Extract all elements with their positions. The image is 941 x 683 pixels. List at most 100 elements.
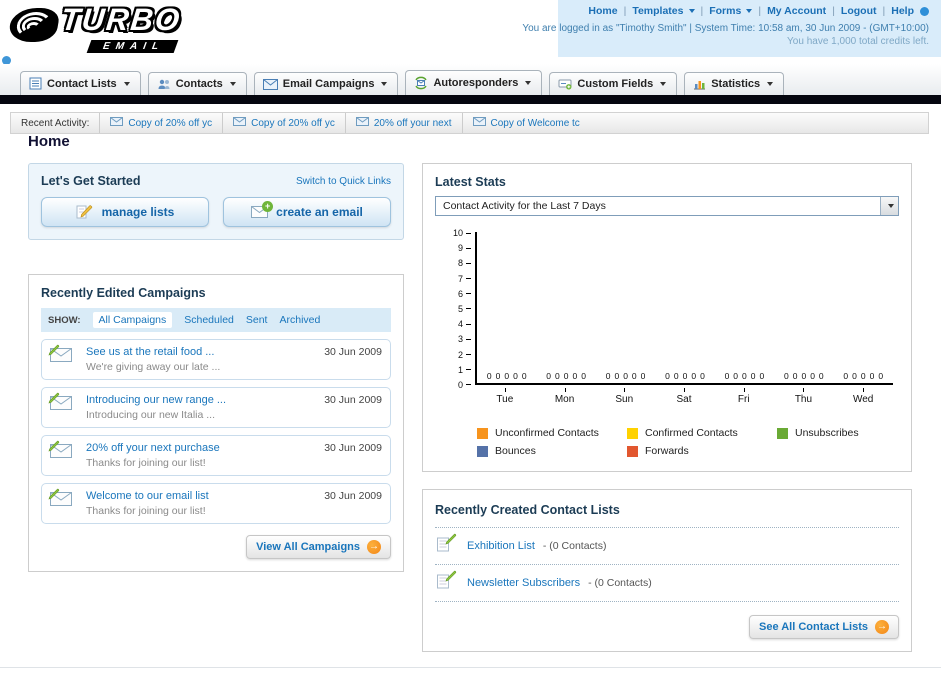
chart-x-label: Wed <box>833 387 893 405</box>
legend-label: Bounces <box>495 445 536 457</box>
chart-y-tick: 7 <box>458 274 471 284</box>
filter-all-campaigns[interactable]: All Campaigns <box>92 312 173 328</box>
plus-icon: + <box>262 201 274 212</box>
manage-lists-label: manage lists <box>101 205 175 219</box>
filter-sent[interactable]: Sent <box>246 314 268 326</box>
chart-value-label: 0 <box>792 371 798 381</box>
manage-lists-button[interactable]: manage lists <box>41 197 209 227</box>
contact-lists-title: Recently Created Contact Lists <box>435 503 620 517</box>
campaign-date: 30 Jun 2009 <box>324 346 382 358</box>
chart-value-label: 0 <box>759 371 765 381</box>
tab-label: Contacts <box>175 78 223 90</box>
legend-row: Bounces Forwards <box>477 445 899 457</box>
contact-list-link[interactable]: Newsletter Subscribers <box>467 577 580 589</box>
nav-my-account-link[interactable]: My Account <box>767 5 826 17</box>
legend-row: Unconfirmed Contacts Confirmed Contacts Un… <box>477 427 899 439</box>
nav-link-label: Help <box>891 5 914 17</box>
legend-label: Confirmed Contacts <box>645 427 738 439</box>
filter-scheduled[interactable]: Scheduled <box>184 314 234 326</box>
nav-forms-link[interactable]: Forms <box>709 5 753 17</box>
top-nav: Home | Templates | Forms | My Account | … <box>588 5 929 17</box>
tab-label: Custom Fields <box>577 78 654 90</box>
arrow-circle-icon: → <box>875 620 889 634</box>
contact-lists-title-row: Recently Created Contact Lists <box>435 501 899 528</box>
envelope-plus-icon: + <box>251 201 274 218</box>
chart-y-tick: 9 <box>458 243 471 253</box>
chart-value-label: 0 <box>733 371 739 381</box>
contact-list-item: Exhibition List - (0 Contacts) <box>435 528 899 565</box>
nav-logout-link[interactable]: Logout <box>841 5 877 17</box>
legend-swatch <box>477 445 488 457</box>
chart-value-label: 0 <box>691 371 697 381</box>
nav-home-link[interactable]: Home <box>588 5 617 17</box>
legend-label: Forwards <box>645 445 689 457</box>
select-arrow <box>880 197 898 215</box>
get-started-title: Let's Get Started <box>41 174 141 188</box>
recently-created-contact-lists-box: Recently Created Contact Lists Exhibitio… <box>422 489 912 652</box>
switch-quick-links-link[interactable]: Switch to Quick Links <box>296 176 391 187</box>
contact-list-detail: - (0 Contacts) <box>588 577 652 589</box>
campaign-row: 20% off your next purchase Thanks for jo… <box>41 435 391 476</box>
tabs: Contact Lists Contacts Email Campaigns A… <box>20 70 785 95</box>
tab-custom-fields[interactable]: Custom Fields <box>549 72 678 95</box>
envelope-icon <box>110 117 124 129</box>
recent-activity-bar: Recent Activity: Copy of 20% off yc Copy… <box>10 112 929 134</box>
campaign-title-link[interactable]: Welcome to our email list <box>86 490 316 502</box>
chart-value-group: 00000 <box>774 371 833 381</box>
contact-list-link[interactable]: Exhibition List <box>467 540 535 552</box>
logo-title: TURBO <box>59 2 184 37</box>
chart-value-label: 0 <box>783 371 789 381</box>
chart-value-label: 0 <box>801 371 807 381</box>
see-all-contact-lists-button[interactable]: See All Contact Lists → <box>748 615 899 639</box>
campaign-row: Introducing our new range ... Introducin… <box>41 387 391 428</box>
campaign-title-link[interactable]: See us at the retail food ... <box>86 346 316 358</box>
chart-y-tick: 3 <box>458 334 471 344</box>
nav-templates-link[interactable]: Templates <box>632 5 695 17</box>
logo-subtitle: EMAIL <box>86 40 179 53</box>
campaign-text: Welcome to our email list Thanks for joi… <box>86 490 316 517</box>
campaign-date: 30 Jun 2009 <box>324 394 382 406</box>
recent-activity-item[interactable]: Copy of 20% off yc <box>222 113 345 133</box>
recent-activity-item[interactable]: 20% off your next <box>344 113 462 133</box>
campaign-subtitle: Thanks for joining our list! <box>86 505 206 517</box>
chevron-down-icon <box>229 82 236 86</box>
chevron-down-icon <box>123 81 130 86</box>
turbo-email-logo[interactable]: TURBO EMAIL <box>7 2 184 54</box>
recent-activity-item[interactable]: Copy of Welcome tc <box>461 113 590 133</box>
recent-activity-item[interactable]: Copy of 20% off yc <box>99 113 222 133</box>
tab-contact-lists[interactable]: Contact Lists <box>20 71 141 95</box>
chart-value-label: 0 <box>555 371 560 381</box>
contact-list-detail: - (0 Contacts) <box>542 540 607 552</box>
chart-value-label: 0 <box>860 371 866 381</box>
filter-archived[interactable]: Archived <box>279 314 320 326</box>
chevron-down-icon <box>767 82 774 86</box>
view-all-campaigns-button[interactable]: View All Campaigns → <box>246 535 391 559</box>
tab-statistics[interactable]: Statistics <box>684 72 785 95</box>
chart-value-group: 00000 <box>834 371 893 381</box>
chart-value-label: 0 <box>495 371 501 381</box>
stats-period-select[interactable]: Contact Activity for the Last 7 Days <box>435 196 899 216</box>
campaign-title-link[interactable]: 20% off your next purchase <box>86 442 316 454</box>
tab-contacts[interactable]: Contacts <box>147 72 247 95</box>
campaign-text: See us at the retail food ... We're givi… <box>86 346 316 373</box>
chart-y-axis: 10 9 8 7 6 5 4 3 2 1 0 <box>443 228 471 390</box>
legend-item: Unconfirmed Contacts <box>477 427 627 439</box>
campaign-title-link[interactable]: Introducing our new range ... <box>86 394 316 406</box>
logo-swirl-icon <box>7 8 61 42</box>
tab-bar-divider <box>0 95 941 104</box>
nav-help-link[interactable]: Help <box>891 5 914 17</box>
create-email-button[interactable]: + create an email <box>223 197 391 227</box>
chart-x-label: Thu <box>774 387 834 405</box>
tab-label: Autoresponders <box>433 77 519 89</box>
campaign-text: Introducing our new range ... Introducin… <box>86 394 316 421</box>
recent-activity-item-label: Copy of Welcome tc <box>490 117 580 129</box>
campaigns-box-title: Recently Edited Campaigns <box>41 286 206 300</box>
latest-stats-title: Latest Stats <box>435 175 506 189</box>
envelope-pencil-icon <box>48 440 78 463</box>
stats-period-value: Contact Activity for the Last 7 Days <box>443 200 606 212</box>
chart-value-group: 00000 <box>536 371 595 381</box>
chart-value-label: 0 <box>640 371 646 381</box>
login-info: You are logged in as "Timothy Smith" | S… <box>522 23 929 34</box>
tab-email-campaigns[interactable]: Email Campaigns <box>253 72 399 95</box>
tab-autoresponders[interactable]: Autoresponders <box>405 70 543 95</box>
